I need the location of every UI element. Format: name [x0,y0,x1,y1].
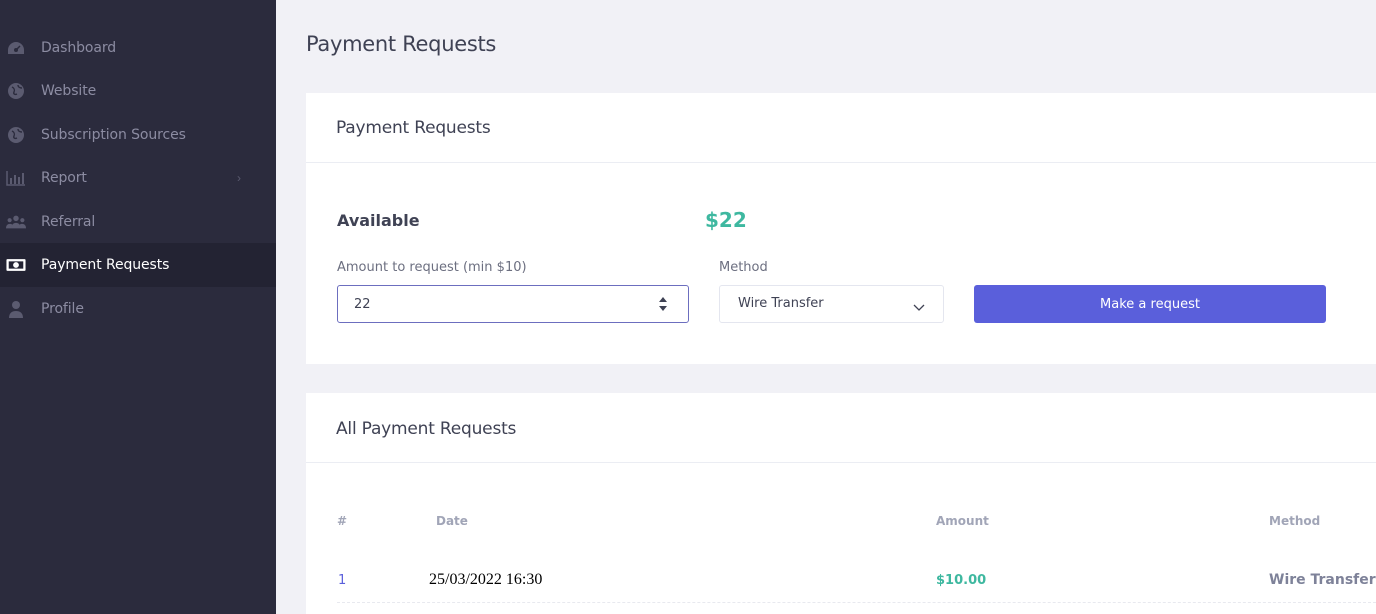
sidebar-item-label: Dashboard [41,40,117,56]
column-header-amount: Amount [936,514,989,528]
card-title: Payment Requests [336,118,491,138]
column-header-date: Date [436,514,468,528]
sidebar: Dashboard Website Subscription Sources R… [0,0,276,614]
row-amount: $10.00 [936,573,987,588]
column-header-method: Method [1269,514,1321,528]
sidebar-item-website[interactable]: Website [0,69,276,113]
sidebar-item-report[interactable]: Report › [0,156,276,200]
sidebar-item-payment-requests[interactable]: Payment Requests [0,243,276,287]
bar-chart-icon [6,169,26,187]
card-header: Payment Requests [306,93,1376,163]
sidebar-item-subscription-sources[interactable]: Subscription Sources [0,113,276,157]
sidebar-item-label: Website [41,83,97,99]
sidebar-item-profile[interactable]: Profile [0,287,276,331]
amount-field[interactable] [337,285,689,323]
available-value: $22 [705,208,747,232]
globe-icon [6,126,26,144]
sidebar-item-label: Payment Requests [41,257,170,273]
available-label: Available [337,211,420,230]
row-method: Wire Transfer [1269,572,1376,588]
users-icon [6,213,26,231]
row-divider [337,602,1376,603]
user-icon [6,300,26,318]
payment-request-card: Payment Requests Available $22 Amount to… [306,93,1376,364]
method-label: Method [719,260,768,275]
page-title: Payment Requests [306,32,497,56]
method-select-value: Wire Transfer [738,296,824,311]
sidebar-item-label: Report [41,170,87,186]
sidebar-item-referral[interactable]: Referral [0,200,276,244]
row-number: 1 [338,573,347,588]
row-date: 25/03/2022 16:30 [429,571,543,588]
card-title: All Payment Requests [336,419,517,439]
chevron-right-icon: › [237,171,241,185]
method-select[interactable]: Wire Transfer [719,285,944,323]
dashboard-icon [6,39,26,57]
sidebar-item-dashboard[interactable]: Dashboard [0,26,276,70]
amount-input[interactable] [354,286,644,322]
payment-history-card: All Payment Requests # Date Amount Metho… [306,393,1376,614]
amount-label: Amount to request (min $10) [337,260,527,275]
globe-icon [6,82,26,100]
number-spinner-icon[interactable] [658,296,668,312]
sidebar-item-label: Profile [41,301,84,317]
money-icon [6,256,26,274]
chevron-down-icon [913,299,925,311]
make-request-button[interactable]: Make a request [974,285,1326,323]
sidebar-item-label: Referral [41,214,96,230]
column-header-number: # [337,514,348,528]
card-header: All Payment Requests [306,393,1376,463]
sidebar-item-label: Subscription Sources [41,127,186,143]
